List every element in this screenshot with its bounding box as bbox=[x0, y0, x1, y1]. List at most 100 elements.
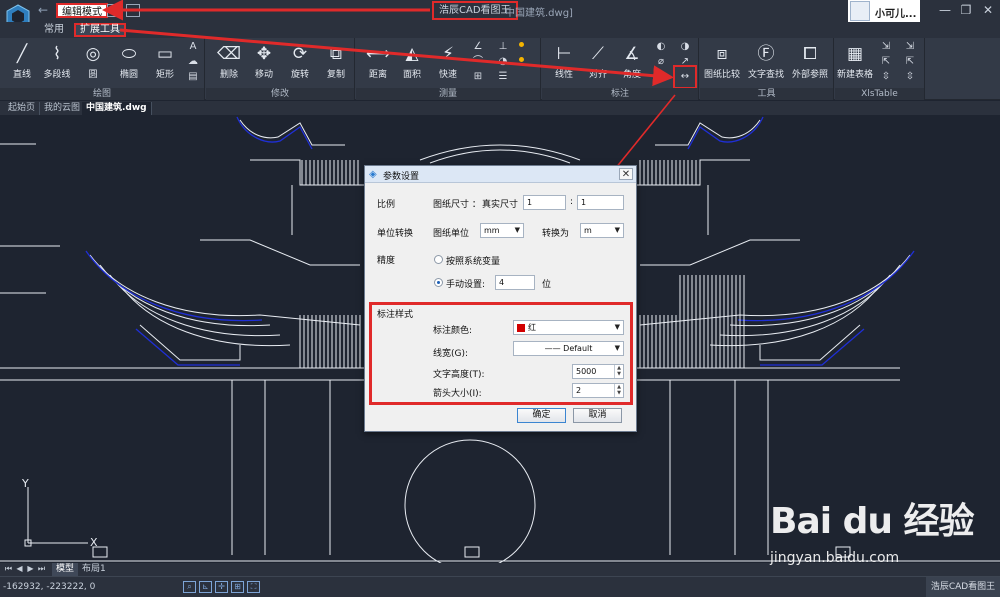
chevron-down-icon: ▼ bbox=[614, 344, 620, 352]
rotate-icon: ⟳ bbox=[292, 44, 308, 64]
group-measure: ⟷ 距离 ◭ 面积 ⚡ 快速 ∠ ⌒ ⊞ ⊥ ◔ ☰ 测量 bbox=[356, 38, 541, 100]
dialog-title-bar[interactable]: ◈ 参数设置 ✕ bbox=[365, 166, 636, 183]
list-icon[interactable]: ☰ bbox=[496, 70, 510, 84]
rotate-tool-button[interactable]: ⟳ 旋转 bbox=[280, 41, 320, 85]
tab-layout1[interactable]: 布局1 bbox=[78, 563, 110, 576]
paper-unit-select[interactable]: mm ▼ bbox=[480, 223, 524, 238]
leader-dim-icon[interactable]: ◉ bbox=[654, 70, 668, 84]
rectangle-tool-button[interactable]: ▭ 矩形 bbox=[145, 41, 185, 85]
ok-button[interactable]: 确定 bbox=[517, 408, 566, 423]
ruler-icon[interactable]: ⊥ bbox=[496, 40, 510, 54]
snap-icon[interactable]: ✛ bbox=[215, 581, 228, 593]
move-tool-button[interactable]: ✥ 移动 bbox=[244, 41, 284, 85]
radius-dim-icon[interactable]: ◐ bbox=[654, 40, 668, 54]
find-text-button[interactable]: Ⓕ 文字查找 bbox=[746, 41, 786, 85]
text-icon[interactable]: A bbox=[186, 40, 200, 54]
line-tool-button[interactable]: ╱ 直线 bbox=[2, 41, 42, 85]
group-measure-title: 测量 bbox=[356, 88, 540, 100]
scale-label: 比例 bbox=[377, 200, 396, 210]
arc-measure-icon[interactable]: ⌒ bbox=[471, 55, 485, 69]
precision-digits-input[interactable]: 4 bbox=[495, 275, 535, 290]
annotation-color-select[interactable]: 红 ▼ bbox=[513, 320, 624, 335]
open-file-icon[interactable] bbox=[107, 4, 121, 17]
area-icon: ◭ bbox=[405, 44, 419, 64]
spinner-arrows-icon[interactable]: ▲ ▼ bbox=[614, 384, 623, 397]
next-layout-icon[interactable]: ▶ bbox=[26, 564, 35, 573]
radius-icon[interactable]: ◔ bbox=[496, 55, 510, 69]
compare-drawings-button[interactable]: ⧈ 图纸比较 bbox=[702, 41, 742, 85]
tab-common[interactable]: 常用 bbox=[40, 23, 68, 37]
cloud-icon[interactable]: ☁ bbox=[186, 55, 200, 69]
find-text-icon: Ⓕ bbox=[757, 44, 775, 64]
table-split-icon[interactable]: ⇱ bbox=[903, 55, 917, 69]
minimize-icon[interactable]: — bbox=[937, 3, 953, 18]
circle-tool-button[interactable]: ◎ 圆 bbox=[73, 41, 113, 85]
close-icon[interactable]: ✕ bbox=[980, 3, 996, 18]
precision-system-radio[interactable] bbox=[434, 255, 443, 264]
polyline-tool-button[interactable]: ⌇ 多段线 bbox=[37, 41, 77, 85]
ortho-icon[interactable]: ⊾ bbox=[199, 581, 212, 593]
rectangle-icon: ▭ bbox=[156, 44, 174, 64]
spinner-arrows-icon[interactable]: ▲ ▼ bbox=[614, 365, 623, 378]
convert-unit-select[interactable]: m ▼ bbox=[580, 223, 624, 238]
tab-start-page[interactable]: 起始页 bbox=[4, 102, 41, 115]
tab-current-drawing[interactable]: 中国建筑.dwg bbox=[82, 102, 152, 115]
lineweight-select[interactable]: —— Default ▼ bbox=[513, 341, 624, 356]
prev-layout-icon[interactable]: ◀ bbox=[15, 564, 24, 573]
table-export-icon[interactable]: ⇱ bbox=[879, 55, 893, 69]
coord-measure-icon[interactable]: ⊞ bbox=[471, 70, 485, 84]
tab-model[interactable]: 模型 bbox=[52, 563, 79, 576]
user-account[interactable]: 小可儿... bbox=[848, 0, 920, 22]
copy-tool-button[interactable]: ⧉ 复制 bbox=[316, 41, 356, 85]
tab-extension-tools[interactable]: 扩展工具 bbox=[74, 23, 126, 37]
arc-dim-icon[interactable]: ◑ bbox=[678, 40, 692, 54]
cursor-coordinates: -162932, -223222, 0 bbox=[3, 582, 96, 592]
parameter-settings-dialog: ◈ 参数设置 ✕ 比例 图纸尺寸 ： 真实尺寸 1 : 1 单位转换 图纸单位 … bbox=[364, 165, 637, 432]
hatch-icon[interactable]: ▤ bbox=[186, 70, 200, 84]
dim-settings-highlight bbox=[673, 65, 697, 89]
grid-icon[interactable]: ⊞ bbox=[231, 581, 244, 593]
unit-conversion-label: 单位转换 bbox=[377, 229, 414, 239]
area-tool-button[interactable]: ◭ 面积 bbox=[392, 41, 432, 85]
save-file-icon[interactable] bbox=[126, 4, 140, 17]
table-merge-icon[interactable]: ⇲ bbox=[903, 40, 917, 54]
text-height-spinner[interactable]: 5000 ▲ ▼ bbox=[572, 364, 624, 379]
diameter-dim-icon[interactable]: ⌀ bbox=[654, 55, 668, 69]
dialog-close-icon[interactable]: ✕ bbox=[619, 168, 633, 180]
linear-dim-icon: ⊢ bbox=[556, 44, 572, 64]
paper-size-input[interactable]: 1 bbox=[523, 195, 566, 210]
lightning-icon: ⚡ bbox=[442, 44, 454, 64]
group-modify-title: 修改 bbox=[206, 88, 354, 100]
delete-tool-button[interactable]: ⌫ 删除 bbox=[209, 41, 249, 85]
window-file-name: 中国建筑.dwg] bbox=[505, 8, 573, 19]
avatar bbox=[850, 1, 870, 21]
table-edit-icon[interactable]: ⇳ bbox=[879, 70, 893, 84]
color-swatch bbox=[517, 324, 525, 332]
fullscreen-icon[interactable]: ⛶ bbox=[247, 581, 260, 593]
eraser-icon: ⌫ bbox=[217, 44, 242, 64]
annotation-style-label: 标注样式 bbox=[377, 310, 414, 320]
tab-my-cloud[interactable]: 我的云图 bbox=[40, 102, 86, 115]
arrow-size-spinner[interactable]: 2 ▲ ▼ bbox=[572, 383, 624, 398]
back-arrow-icon[interactable]: ← bbox=[38, 3, 48, 17]
new-table-button[interactable]: ▦ 新建表格 bbox=[835, 41, 875, 85]
ellipse-tool-button[interactable]: ⬭ 椭圆 bbox=[109, 41, 149, 85]
paper-size-label: 图纸尺寸 ： bbox=[433, 200, 481, 210]
copy-icon: ⧉ bbox=[329, 44, 343, 64]
table-import-icon[interactable]: ⇲ bbox=[879, 40, 893, 54]
edit-mode-toggle[interactable]: 编辑模式 bbox=[56, 3, 108, 18]
last-layout-icon[interactable]: ⏭ bbox=[37, 564, 46, 574]
group-annotate: ⊢ 线性 ⟋ 对齐 ∡ 角度 ◐ ⌀ ◉ ◑ ↗ ↔ 标注 bbox=[542, 38, 699, 100]
xref-button[interactable]: ⧠ 外部参照 bbox=[790, 41, 830, 85]
quick-measure-button[interactable]: ⚡ 快速 bbox=[428, 41, 468, 85]
restore-icon[interactable]: ❐ bbox=[958, 3, 974, 18]
table-format-icon[interactable]: ⇳ bbox=[903, 70, 917, 84]
real-size-input[interactable]: 1 bbox=[577, 195, 624, 210]
ratio-colon: : bbox=[570, 197, 574, 207]
first-layout-icon[interactable]: ⏮ bbox=[4, 564, 13, 574]
precision-manual-radio[interactable] bbox=[434, 278, 443, 287]
angle-measure-icon[interactable]: ∠ bbox=[471, 40, 485, 54]
zoom-icon[interactable]: ⌕ bbox=[183, 581, 196, 593]
cancel-button[interactable]: 取消 bbox=[573, 408, 622, 423]
angle-dim-button[interactable]: ∡ 角度 bbox=[612, 41, 652, 85]
